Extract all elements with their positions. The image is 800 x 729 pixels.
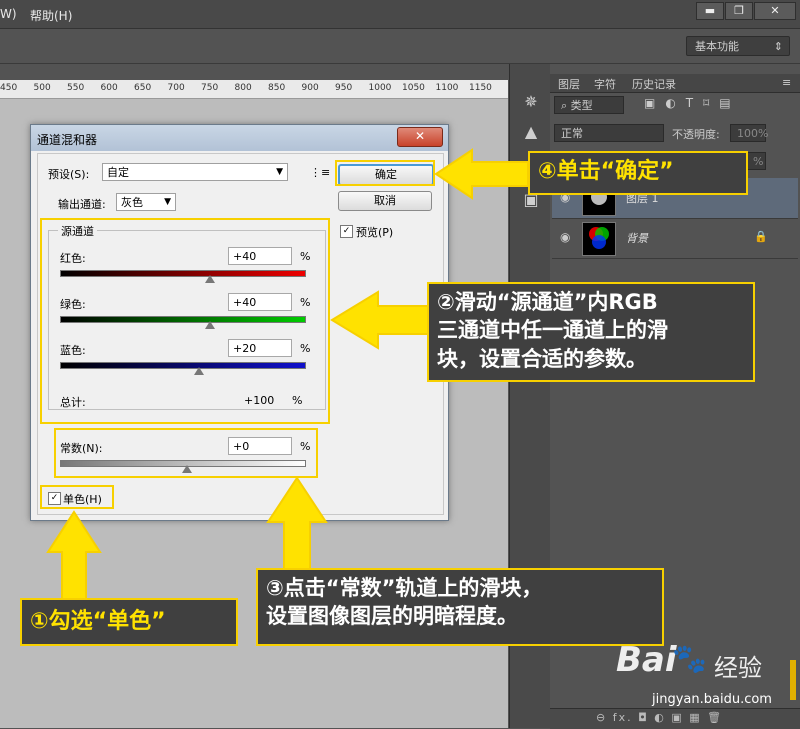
baidu-watermark: Bai 🐾 经验 jingyan.baidu.com xyxy=(610,636,790,716)
callout-step-2-line-1: ②滑动“源通道”内RGB xyxy=(437,290,658,314)
arrow-to-source xyxy=(330,290,429,350)
callout-step-2-line-2: 三通道中任一通道上的滑 xyxy=(437,318,668,343)
callout-step-1: ①勾选“单色” xyxy=(20,598,238,646)
arrow-to-ok xyxy=(434,148,529,200)
callout-step-3-line-1: ③点击“常数”轨道上的滑块， xyxy=(266,576,543,600)
watermark-url: jingyan.baidu.com xyxy=(652,692,772,707)
paw-icon: 🐾 xyxy=(672,642,707,675)
callout-step-2: ②滑动“源通道”内RGB 三通道中任一通道上的滑 块，设置合适的参数。 xyxy=(427,282,755,382)
callout-step-2-line-3: 块，设置合适的参数。 xyxy=(437,346,647,371)
callout-step-3: ③点击“常数”轨道上的滑块， 设置图像图层的明暗程度。 xyxy=(256,568,664,646)
arrow-to-monochrome xyxy=(46,510,102,601)
callout-step-4: ④单击“确定” xyxy=(528,151,748,195)
watermark-brand: Bai xyxy=(616,640,677,680)
watermark-brand-2: 经验 xyxy=(714,654,762,682)
callout-step-3-line-2: 设置图像图层的明暗程度。 xyxy=(266,604,518,629)
arrow-to-constant xyxy=(266,476,328,571)
